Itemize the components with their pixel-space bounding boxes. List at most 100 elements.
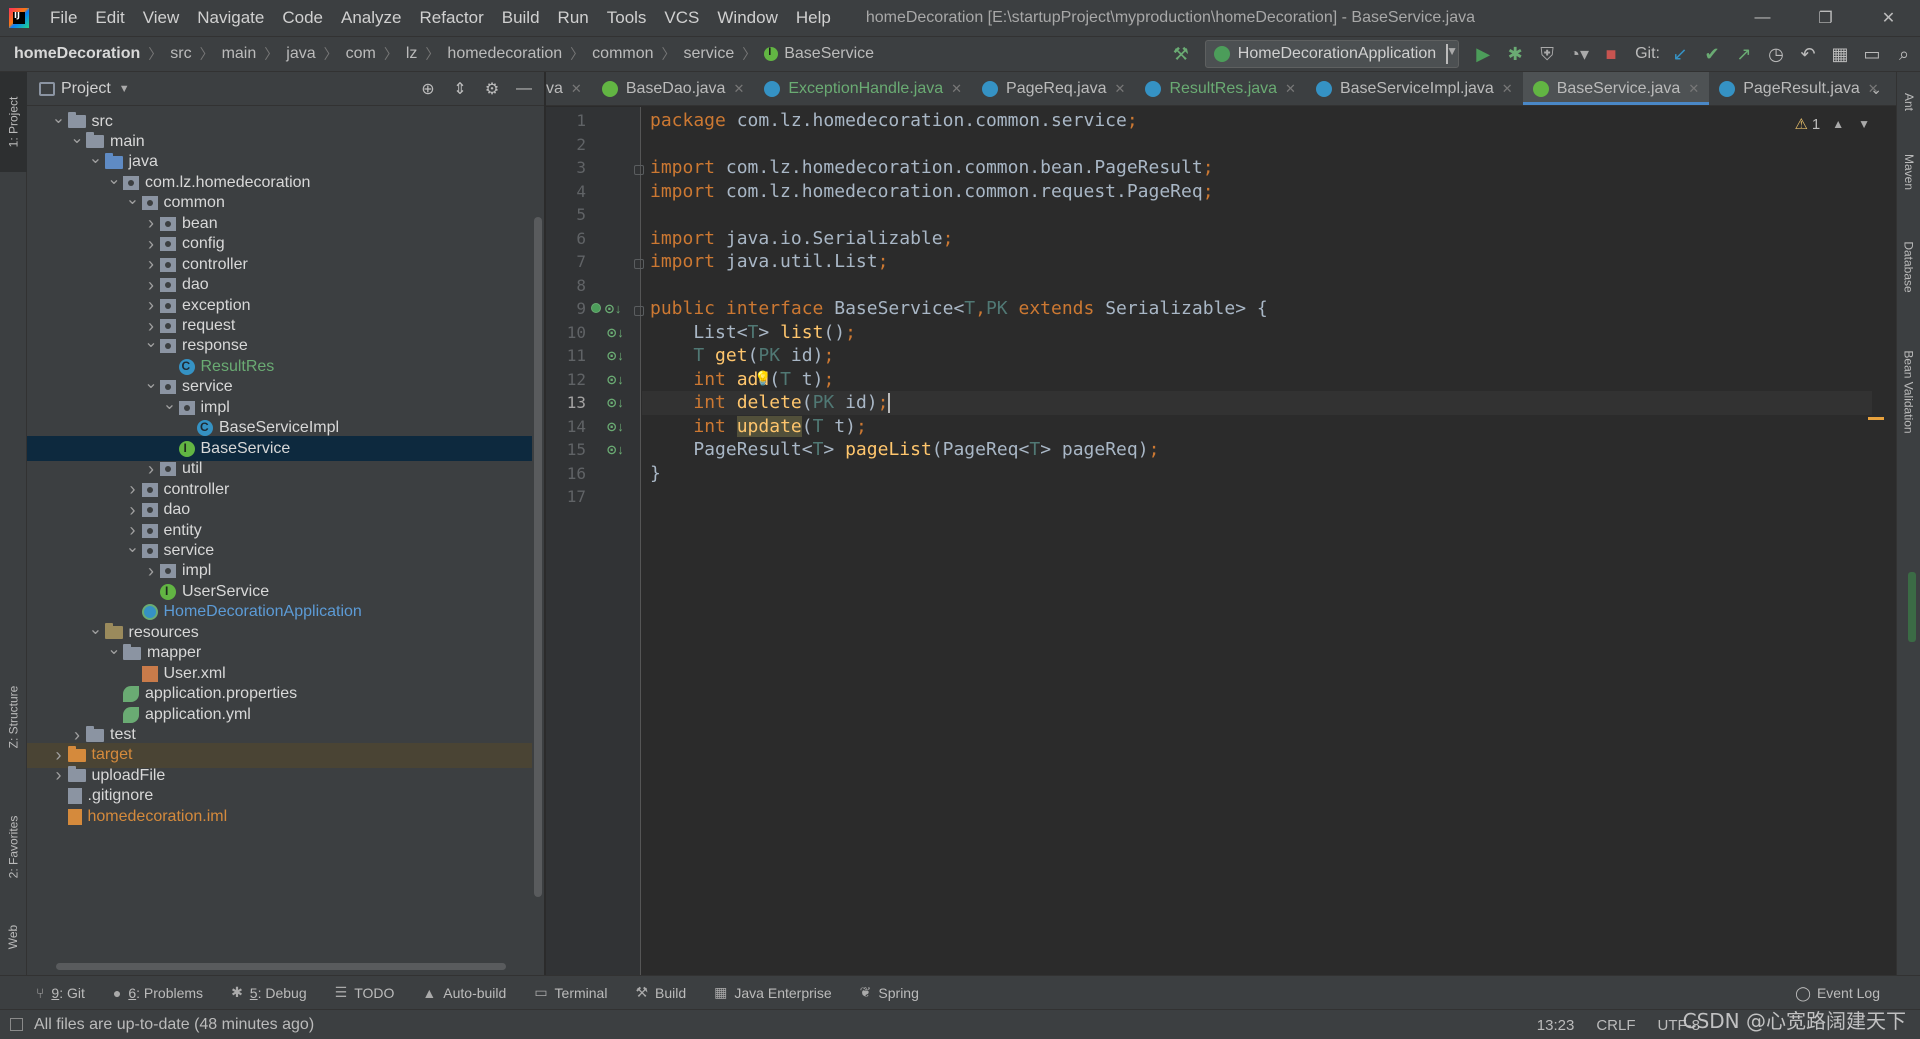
implemented-method-icon[interactable]: ⊙↓ xyxy=(606,348,624,366)
git-commit-icon[interactable]: ✔ xyxy=(1696,38,1728,70)
close-tab-icon[interactable]: ✕ xyxy=(1502,81,1513,97)
chevron-down-icon[interactable]: ⌄ xyxy=(87,619,105,639)
rollback-icon[interactable]: ↶ xyxy=(1792,38,1824,70)
coverage-icon[interactable]: ⛨ xyxy=(1531,38,1563,70)
editor-tab[interactable]: va ✕ xyxy=(546,72,592,105)
chevron-down-icon[interactable]: ⌄ xyxy=(105,169,123,189)
menu-window[interactable]: Window xyxy=(708,0,786,36)
hide-panel-icon[interactable]: — xyxy=(508,73,540,105)
tool-window-build[interactable]: ⚒ Build xyxy=(635,984,686,1001)
editor-tab[interactable]: ExceptionHandle.java ✕ xyxy=(754,72,972,105)
tab-web[interactable]: Web xyxy=(0,907,27,967)
breadcrumb-item[interactable]: homeDecoration xyxy=(14,45,140,63)
search-icon[interactable]: ⌕ xyxy=(1888,38,1920,70)
warning-stripe-marker[interactable] xyxy=(1868,417,1884,420)
breadcrumb-item[interactable]: src xyxy=(170,45,191,63)
run-icon[interactable]: ▶ xyxy=(1467,38,1499,70)
menu-run[interactable]: Run xyxy=(549,0,598,36)
breadcrumb-item[interactable]: common xyxy=(592,45,653,63)
menu-vcs[interactable]: VCS xyxy=(655,0,708,36)
close-tab-icon[interactable]: ✕ xyxy=(1688,81,1699,97)
tool-window-terminal[interactable]: ▭ Terminal xyxy=(534,984,607,1001)
breadcrumb-item[interactable]: com xyxy=(346,45,376,63)
editor-tab[interactable]: ResultRes.java ✕ xyxy=(1135,72,1306,105)
tool-window-problems[interactable]: ● 6: Problems xyxy=(113,984,203,1001)
menu-view[interactable]: View xyxy=(134,0,189,36)
git-push-icon[interactable]: ↗ xyxy=(1728,38,1760,70)
git-update-icon[interactable]: ↙ xyxy=(1664,38,1696,70)
locate-file-icon[interactable]: ⊕ xyxy=(412,73,444,105)
menu-navigate[interactable]: Navigate xyxy=(188,0,273,36)
editor-tab[interactable]: BaseServiceImpl.java ✕ xyxy=(1306,72,1523,105)
project-panel-title[interactable]: Project xyxy=(61,80,111,98)
chevron-down-icon[interactable]: ⌄ xyxy=(142,332,160,352)
implemented-method-icon[interactable]: ⊙↓ xyxy=(606,372,624,390)
project-structure-icon[interactable]: ▦ xyxy=(1824,38,1856,70)
menu-build[interactable]: Build xyxy=(493,0,549,36)
chevron-down-icon[interactable]: ⌄ xyxy=(142,373,160,393)
close-window-icon[interactable]: ✕ xyxy=(1857,0,1920,36)
breadcrumb-item[interactable]: java xyxy=(286,45,315,63)
breadcrumb-item[interactable]: homedecoration xyxy=(447,45,562,63)
code-editor[interactable]: 123456789 ⊙↓ 10 ⊙↓ 11 ⊙↓ 12 ⊙↓ 13 ⊙↓ 14 ⊙↓ 15 ⊙↓ 16 17… xyxy=(546,107,1896,975)
editor-tab[interactable]: BaseDao.java ✕ xyxy=(592,72,755,105)
editor-tab[interactable]: PageReq.java ✕ xyxy=(972,72,1135,105)
tree-vertical-scrollbar[interactable] xyxy=(534,217,542,897)
intention-bulb-icon[interactable]: 💡 xyxy=(754,370,771,387)
chevron-down-icon[interactable]: ⌄ xyxy=(161,394,179,414)
tabs-dropdown-icon[interactable]: ⌄ xyxy=(1870,72,1882,105)
tab-project[interactable]: 1: Project xyxy=(0,72,27,172)
profile-icon[interactable]: ◔▾ xyxy=(1563,38,1595,70)
history-icon[interactable]: ◷ xyxy=(1760,38,1792,70)
chevron-down-icon[interactable]: ⌄ xyxy=(50,108,68,128)
implemented-method-icon[interactable]: ⊙↓ xyxy=(586,301,626,319)
tree-horizontal-scrollbar[interactable] xyxy=(56,963,506,970)
menu-file[interactable]: File xyxy=(41,0,86,36)
chevron-down-icon[interactable]: ▼ xyxy=(119,83,130,95)
menu-code[interactable]: Code xyxy=(273,0,332,36)
run-configuration-select[interactable]: HomeDecorationApplication ▼ xyxy=(1204,40,1460,68)
chevron-down-icon[interactable]: ⌄ xyxy=(68,128,86,148)
line-separator[interactable]: CRLF xyxy=(1596,1017,1635,1034)
next-previous-highlight-icon[interactable]: ▲▼ xyxy=(1832,117,1884,131)
minimize-icon[interactable]: — xyxy=(1731,0,1794,36)
tab-ant[interactable]: Ant xyxy=(1897,72,1920,132)
tool-window-autobuild[interactable]: ▲ Auto-build xyxy=(422,984,506,1001)
settings-gear-icon[interactable]: ⚙ xyxy=(476,73,508,105)
caret-position[interactable]: 13:23 xyxy=(1537,1017,1575,1034)
breadcrumb-item[interactable]: lz xyxy=(406,45,418,63)
layout-icon[interactable]: ▭ xyxy=(1856,38,1888,70)
build-hammer-icon[interactable]: ⚒ xyxy=(1165,38,1197,70)
breadcrumb-item[interactable]: BaseService xyxy=(784,45,874,63)
tool-windows-icon[interactable] xyxy=(10,1018,23,1031)
menu-refactor[interactable]: Refactor xyxy=(410,0,492,36)
debug-icon[interactable]: ✱ xyxy=(1499,38,1531,70)
tab-bean-validation[interactable]: Bean Validation xyxy=(1897,322,1920,462)
menu-edit[interactable]: Edit xyxy=(86,0,133,36)
implemented-method-icon[interactable]: ⊙↓ xyxy=(606,395,624,413)
chevron-down-icon[interactable]: ⌄ xyxy=(87,148,105,168)
tool-window-todo[interactable]: ☰ TODO xyxy=(335,984,395,1001)
tab-maven[interactable]: Maven xyxy=(1897,132,1920,212)
close-tab-icon[interactable]: ✕ xyxy=(951,81,962,97)
tool-window-git[interactable]: ⑂ 9: Git xyxy=(36,984,85,1001)
breadcrumb-item[interactable]: service xyxy=(684,45,735,63)
menu-tools[interactable]: Tools xyxy=(598,0,656,36)
restore-icon[interactable]: ❐ xyxy=(1794,0,1857,36)
tool-window-debug[interactable]: ✱ 5: Debug xyxy=(231,984,307,1001)
implemented-method-icon[interactable]: ⊙↓ xyxy=(606,442,624,460)
implemented-method-icon[interactable]: ⊙↓ xyxy=(606,419,624,437)
tab-database[interactable]: Database xyxy=(1897,222,1920,312)
tab-structure[interactable]: Z: Structure xyxy=(0,662,27,772)
close-tab-icon[interactable]: ✕ xyxy=(571,81,582,97)
tool-window-spring[interactable]: ❦ Spring xyxy=(860,984,919,1001)
stop-icon[interactable]: ■ xyxy=(1595,38,1627,70)
chevron-down-icon[interactable]: ⌄ xyxy=(105,639,123,659)
tab-favorites[interactable]: 2: Favorites xyxy=(0,792,27,902)
close-tab-icon[interactable]: ✕ xyxy=(733,81,744,97)
close-tab-icon[interactable]: ✕ xyxy=(1115,81,1126,97)
chevron-down-icon[interactable]: ⌄ xyxy=(124,537,142,557)
collapse-all-icon[interactable]: ⇕ xyxy=(444,73,476,105)
editor-scroll-thumb[interactable] xyxy=(1908,572,1916,642)
close-tab-icon[interactable]: ✕ xyxy=(1285,81,1296,97)
